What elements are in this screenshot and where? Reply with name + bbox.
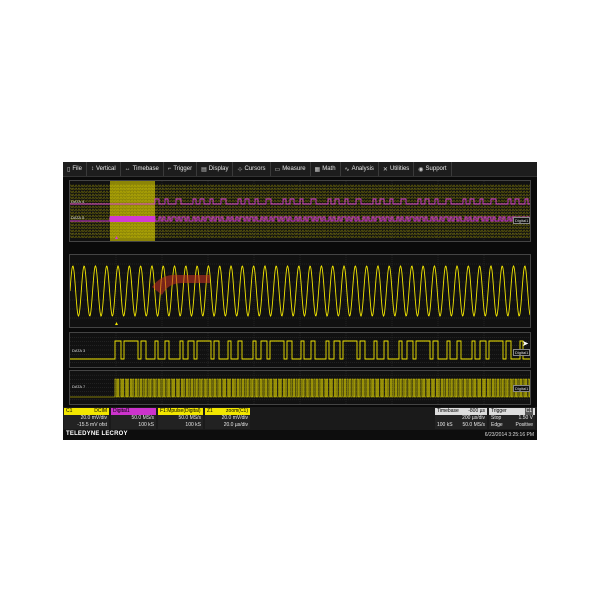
footer: TELEDYNE LECROY 6/23/2014 3:25:16 PM	[63, 430, 537, 440]
mouse-cursor-icon: ➤	[522, 339, 529, 348]
channel-name: Digital1	[113, 408, 130, 414]
channel-box-2[interactable]: F1:Mpulse(Digital) 50.0 MS/s 100 kS	[158, 408, 203, 429]
channel-row: 20.0 mV/div	[64, 415, 109, 422]
timestamp: 6/23/2014 3:25:16 PM	[484, 432, 534, 438]
grid-sine	[69, 254, 531, 328]
menu-label: Cursors	[244, 166, 266, 172]
trigger-icon: ⌐	[167, 166, 172, 172]
trigger-title: Trigger	[491, 408, 507, 414]
grid-data7: DATA 7 Digital1	[69, 370, 531, 405]
menu-label: Support	[425, 166, 447, 172]
red-watermark	[152, 274, 210, 295]
trigger-marker	[115, 322, 118, 325]
data3-trace	[70, 333, 530, 367]
channel-name: C1	[66, 408, 73, 414]
channel-row: 50.0 MS/s	[158, 415, 203, 422]
channel-box-3[interactable]: Z1 zoom(C1) 20.0 mV/div 20.0 µs/div	[205, 408, 250, 429]
brand-logo: TELEDYNE LECROY	[66, 431, 128, 437]
digital1-tag-top[interactable]: Digital1	[513, 217, 531, 224]
menu-file[interactable]: ▯ File	[63, 162, 87, 176]
measure-icon: ▭	[274, 166, 281, 173]
menu-utilities[interactable]: ✕ Utilities	[379, 162, 415, 176]
menu-label: Utilities	[389, 166, 410, 172]
cursors-icon: ⊹	[237, 166, 243, 173]
menu-math[interactable]: ▦ Math	[311, 162, 341, 176]
channel-row: 20.0 µs/div	[205, 422, 250, 429]
grid-top: DATA 4 DATA 5 Digital1	[69, 180, 531, 242]
menu-analysis[interactable]: ∿ Analysis	[341, 162, 379, 176]
channel-box-0[interactable]: C1 DCIM 20.0 mV/div -15.5 mV ofst	[64, 408, 109, 429]
channel-row: -15.5 mV ofst	[64, 422, 109, 429]
menu-bar: ▯ File ↕ Vertical ↔ Timebase ⌐ Trigger ▤ Display ⊹…	[63, 162, 537, 177]
sine-trace	[70, 255, 530, 327]
magenta-block	[110, 216, 155, 222]
menu-trigger[interactable]: ⌐ Trigger	[164, 162, 198, 176]
menu-timebase[interactable]: ↔ Timebase	[121, 162, 164, 176]
utilities-icon: ✕	[382, 166, 388, 173]
menu-measure[interactable]: ▭ Measure	[271, 162, 311, 176]
display-icon: ▤	[201, 166, 207, 173]
data5-label: DATA 5	[71, 215, 85, 220]
data3-tag[interactable]: Digital1	[513, 349, 531, 356]
data7-label: DATA 7	[72, 384, 86, 389]
menu-label: Analysis	[351, 166, 374, 172]
menu-label: Trigger	[173, 166, 193, 172]
menu-cursors[interactable]: ⊹ Cursors	[233, 162, 271, 176]
data7-pulses	[70, 378, 530, 398]
timebase-box[interactable]: Timebase -800 µs 200 µs/div 100 kS 50.0 …	[435, 408, 487, 429]
data3-label: DATA 3	[72, 348, 86, 353]
channel-name: F1:Mpulse(Digital)	[160, 408, 201, 414]
menu-label: Measure	[282, 166, 306, 172]
grid-data3: DATA 3 Digital1 ➤	[69, 332, 531, 368]
file-icon: ▯	[67, 166, 71, 173]
trigger-row-1: Stop 1.50 V	[489, 415, 535, 422]
support-icon: ◉	[418, 166, 424, 173]
vertical-icon: ↕	[90, 166, 94, 172]
menu-label: Timebase	[132, 166, 159, 172]
channel-name: Z1	[207, 408, 213, 414]
menu-display[interactable]: ▤ Display	[197, 162, 234, 176]
channel-box-1[interactable]: Digital1 50.0 MS/s 100 kS	[111, 408, 156, 429]
data7-trace	[70, 371, 530, 404]
menu-label: Vertical	[95, 166, 116, 172]
data7-tag[interactable]: Digital1	[513, 385, 531, 392]
channel-row: 50.0 MS/s	[111, 415, 156, 422]
channel-badge: DCIM	[94, 408, 107, 414]
timebase-title: Timebase	[437, 408, 459, 414]
timebase-value: -800 µs	[468, 408, 485, 414]
timebase-row-1: 200 µs/div	[435, 415, 487, 422]
menu-support[interactable]: ◉ Support	[414, 162, 452, 176]
menu-label: File	[72, 166, 82, 172]
timebase-icon: ↔	[124, 166, 131, 172]
trigger-row-2: Edge Positive	[489, 422, 535, 429]
data4-label: DATA 4	[71, 199, 85, 204]
channel-row: 100 kS	[158, 422, 203, 429]
channel-badge: zoom(C1)	[226, 408, 248, 414]
menu-label: Math	[322, 166, 336, 172]
analysis-icon: ∿	[344, 166, 350, 173]
menu-label: Display	[208, 166, 229, 172]
oscilloscope-screen: ▯ File ↕ Vertical ↔ Timebase ⌐ Trigger ▤ Display ⊹…	[63, 162, 537, 440]
timebase-row-2: 100 kS 50.0 MS/s	[435, 422, 487, 429]
menu-vertical[interactable]: ↕ Vertical	[87, 162, 121, 176]
grid-top-traces	[70, 181, 530, 241]
yellow-block	[110, 181, 155, 241]
trigger-badge: C1	[524, 408, 533, 415]
channel-row: 100 kS	[111, 422, 156, 429]
math-icon: ▦	[314, 166, 321, 173]
trigger-box[interactable]: Trigger C1 Stop 1.50 V Edge Positive	[489, 408, 535, 429]
channel-row: 20.0 mV/div	[205, 415, 250, 422]
